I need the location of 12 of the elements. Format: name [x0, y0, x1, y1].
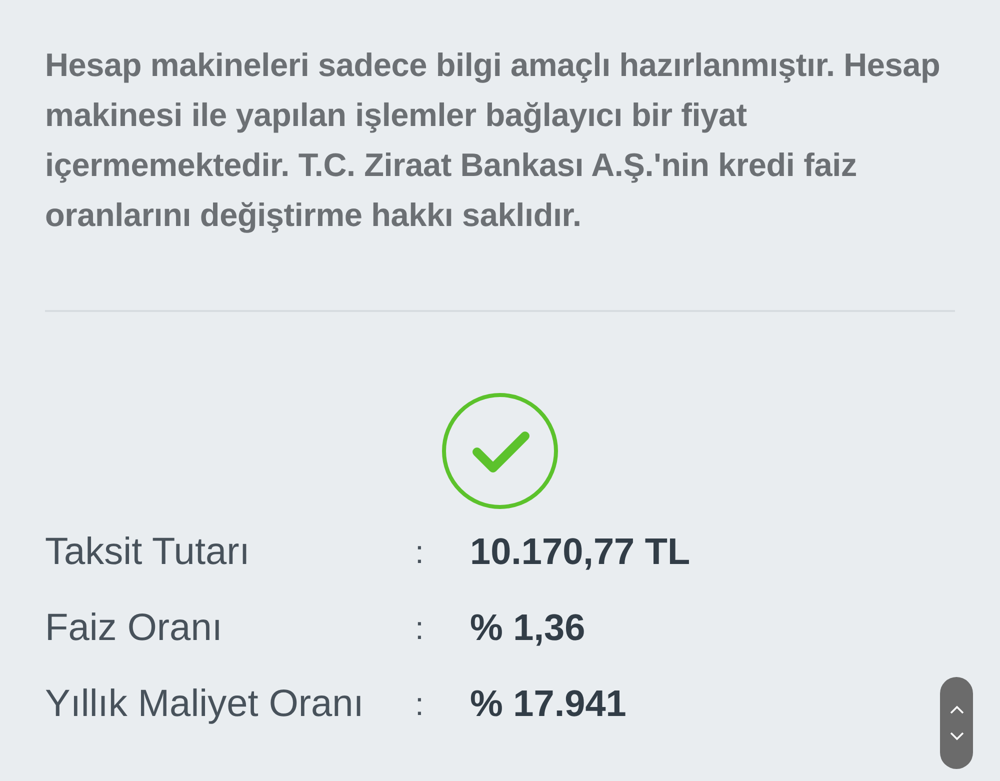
disclaimer-text: Hesap makineleri sadece bilgi amaçlı hazırlanmıştır. Hesap makinesi ile yapılan işlemler bağlayıcı bir fiyat içermemektedir. T.C. Ziraat Bankası A.Ş.'nin kredi faiz oranlarını değiştirme hakkı saklıdır.: [45, 46, 942, 235]
colon-separator: :: [415, 534, 425, 570]
result-value: % 17.941: [470, 683, 626, 725]
colon-separator: :: [415, 686, 425, 722]
result-label: Faiz Oranı: [45, 606, 224, 650]
result-label: Yıllık Maliyet Oranı: [45, 682, 365, 726]
result-value: % 1,36: [470, 607, 586, 649]
result-label: Taksit Tutarı: [45, 530, 251, 574]
result-value: 10.170,77 TL: [470, 531, 690, 573]
scroll-down-button[interactable]: [950, 732, 964, 741]
colon-separator: :: [415, 610, 425, 646]
scroll-up-button[interactable]: [950, 705, 964, 714]
